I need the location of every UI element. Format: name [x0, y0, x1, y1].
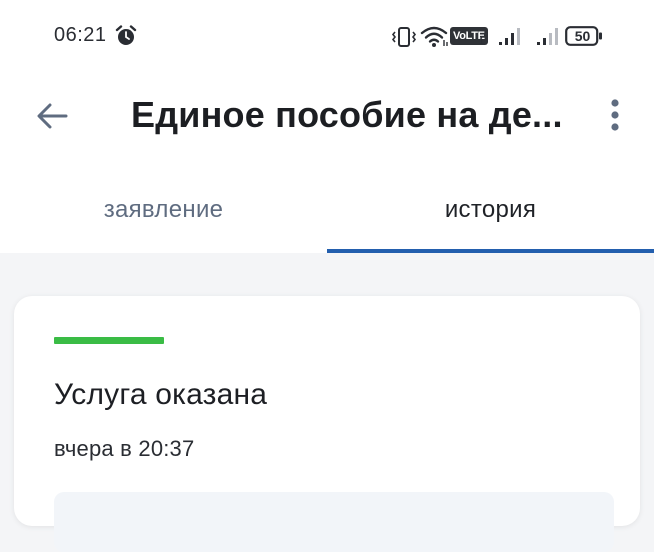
history-timestamp: вчера в 20:37 — [54, 436, 195, 461]
back-arrow-icon[interactable] — [30, 96, 74, 136]
signal-icon-secondary — [537, 28, 558, 45]
history-status: Услуга оказана — [54, 378, 268, 411]
signal-icon — [499, 28, 520, 45]
status-indicator-bar — [54, 337, 164, 344]
active-tab-indicator — [327, 249, 654, 253]
tab-application[interactable]: заявление — [0, 196, 327, 236]
battery-level: 50 — [574, 28, 591, 44]
history-card[interactable]: Услуга оказана вчера в 20:37 — [14, 296, 640, 552]
alarm-icon — [115, 25, 137, 45]
more-vertical-icon[interactable] — [600, 96, 630, 136]
vibrate-icon — [391, 27, 417, 47]
wifi-icon — [420, 26, 448, 47]
sim-index: 1 — [479, 36, 485, 46]
status-bar: 06:21 VoLTE 1 50 — [0, 0, 654, 76]
history-detail-block — [54, 492, 614, 552]
page-title: Единое пособие на де... — [131, 94, 563, 135]
tab-history[interactable]: история — [327, 196, 654, 236]
status-time: 06:21 — [54, 24, 107, 46]
